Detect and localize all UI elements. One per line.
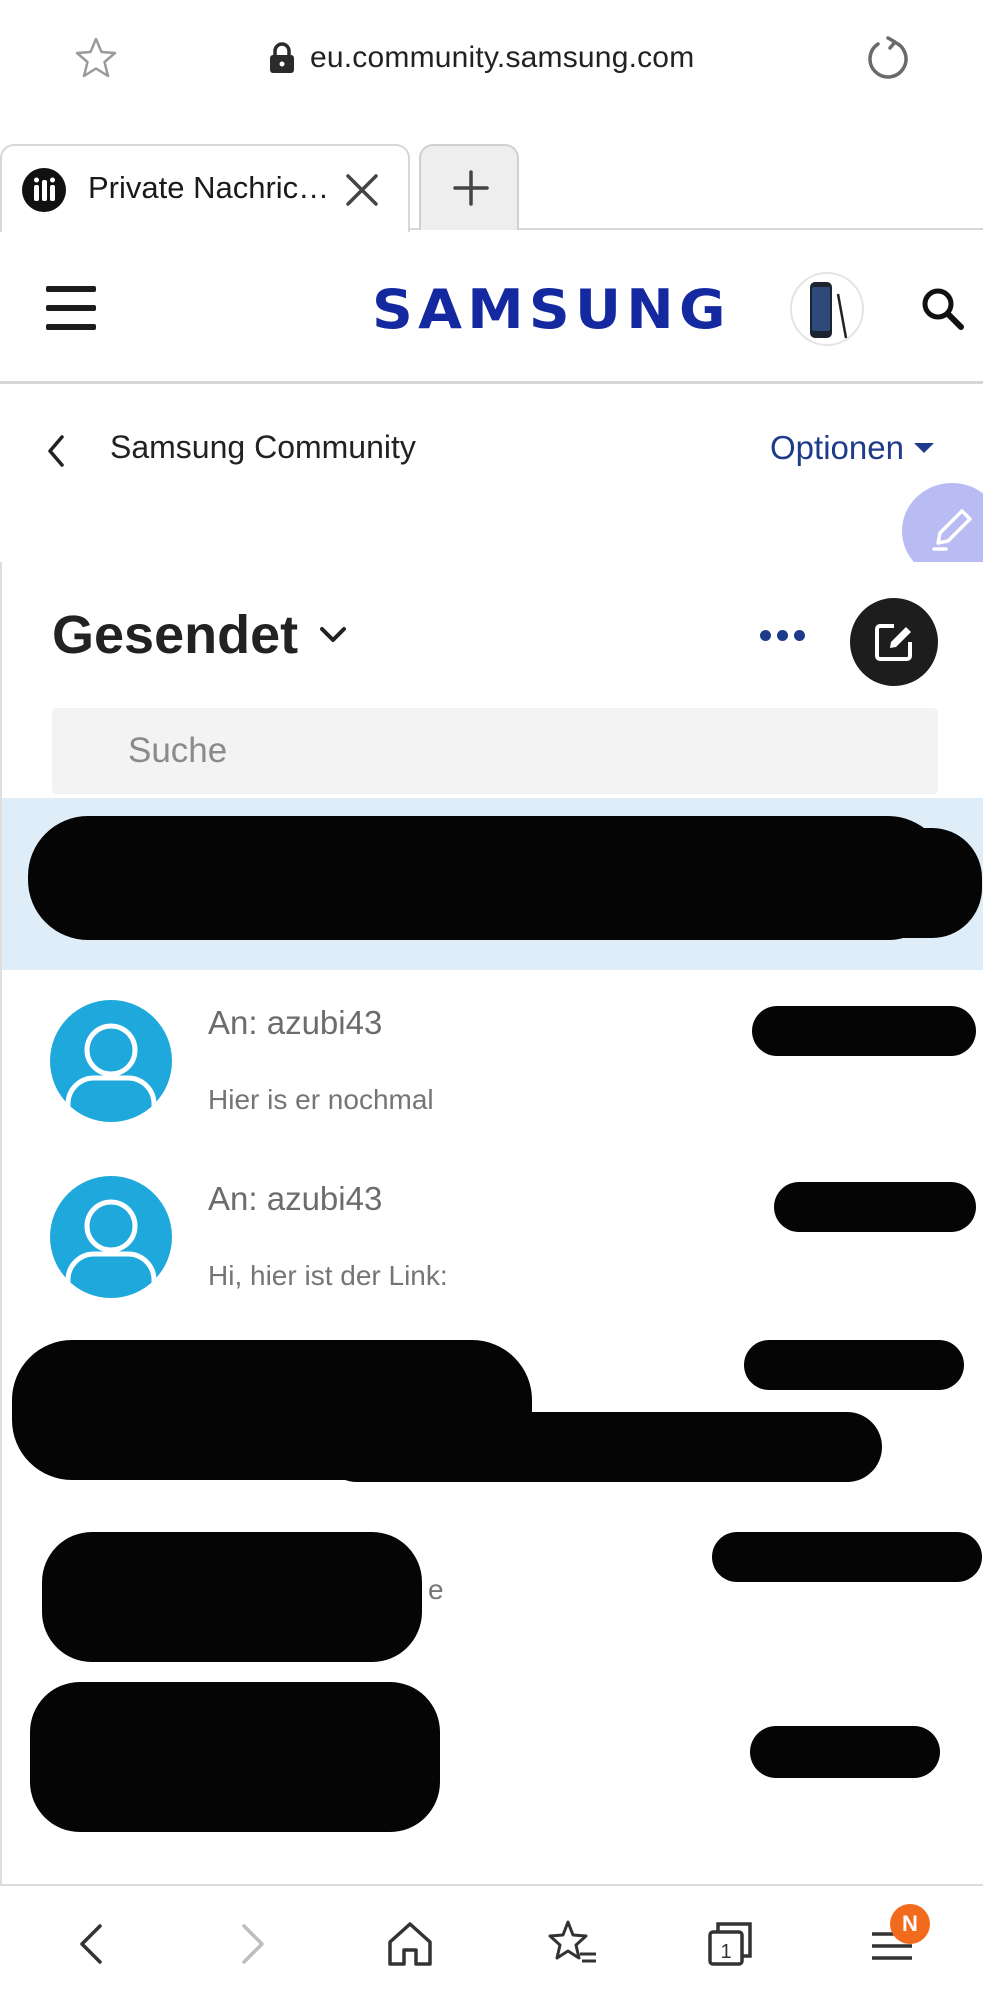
avatar [50, 1176, 172, 1298]
redacted-timestamp [744, 1340, 964, 1390]
search-input[interactable] [52, 708, 938, 794]
browser-tab-strip: Private Nachric… [0, 118, 983, 232]
redacted-timestamp [750, 1726, 940, 1778]
device-avatar[interactable] [790, 272, 864, 346]
list-item[interactable] [2, 1682, 983, 1842]
redacted-timestamp [712, 1532, 982, 1582]
redacted-content [30, 1682, 440, 1832]
options-dropdown[interactable]: Optionen [770, 429, 934, 467]
close-tab-icon[interactable] [342, 170, 382, 210]
browser-address-bar: eu.community.samsung.com [0, 0, 983, 118]
lock-icon [270, 42, 294, 73]
messages-panel: Gesendet An: az [0, 562, 983, 1884]
list-item[interactable] [2, 1322, 983, 1522]
plus-icon [453, 170, 489, 206]
community-favicon-icon [22, 168, 66, 212]
site-header: SAMSUNG [0, 230, 983, 384]
recipient-name[interactable]: azubi43 [267, 1004, 383, 1041]
message-preview: Hier is er nochmal [208, 1084, 434, 1115]
back-chevron-icon[interactable] [44, 431, 68, 471]
new-tab-button[interactable] [419, 144, 519, 230]
redacted-content [42, 1532, 422, 1662]
menu-icon[interactable] [46, 286, 96, 330]
samsung-logo[interactable]: SAMSUNG [372, 278, 731, 341]
breadcrumb-link[interactable]: Samsung Community [110, 429, 416, 466]
caret-down-icon [913, 443, 934, 453]
url-text: eu.community.samsung.com [310, 41, 695, 74]
compose-message-button[interactable] [850, 598, 938, 686]
recipient-name[interactable]: azubi43 [267, 1180, 383, 1217]
folder-selector[interactable]: Gesendet [52, 604, 348, 666]
options-label: Optionen [770, 429, 904, 466]
folder-title: Gesendet [52, 605, 299, 665]
redacted-timestamp [774, 1182, 976, 1232]
message-list: An: azubi43 Hier is er nochmal An: azubi… [2, 798, 983, 1842]
phone-icon [810, 282, 848, 339]
message-preview: Hi, hier ist der Link: [208, 1260, 448, 1291]
to-label: An: [208, 1004, 258, 1041]
list-item[interactable]: e [2, 1522, 983, 1682]
compose-icon [875, 624, 912, 661]
tab-title: Private Nachric… [88, 170, 330, 205]
avatar [50, 1000, 172, 1122]
list-item[interactable]: An: azubi43 Hier is er nochmal [2, 970, 983, 1146]
bookmark-star-icon[interactable] [74, 36, 118, 80]
tabs-icon[interactable]: 1 [700, 1914, 760, 1974]
reload-icon[interactable] [864, 34, 912, 82]
message-preview-fragment: e [428, 1574, 444, 1605]
svg-text:1: 1 [720, 1941, 731, 1963]
home-icon[interactable] [380, 1914, 440, 1974]
search-icon[interactable] [918, 284, 966, 332]
user-avatar-icon [65, 1023, 157, 1122]
to-label: An: [208, 1180, 258, 1217]
redacted-content [442, 828, 982, 938]
search-field[interactable] [52, 708, 938, 794]
more-options-icon[interactable] [760, 630, 811, 641]
notification-badge: N [890, 1904, 930, 1944]
back-icon[interactable] [62, 1914, 122, 1974]
tab-private-messages[interactable]: Private Nachric… [0, 144, 410, 232]
redacted-timestamp [752, 1006, 976, 1056]
browser-bottom-toolbar: 1 N [0, 1884, 983, 2000]
bookmarks-icon[interactable] [542, 1914, 602, 1974]
pencil-icon [932, 509, 972, 551]
message-recipient: An: azubi43 [208, 1180, 382, 1218]
list-item[interactable]: An: azubi43 Hi, hier ist der Link: [2, 1146, 983, 1322]
message-recipient: An: azubi43 [208, 1004, 382, 1042]
list-item[interactable] [2, 798, 983, 970]
chevron-down-icon [320, 627, 347, 642]
forward-icon[interactable] [222, 1914, 282, 1974]
breadcrumb: Samsung Community Optionen [0, 387, 983, 579]
redacted-content [322, 1412, 882, 1482]
user-avatar-icon [65, 1199, 157, 1298]
url-field[interactable]: eu.community.samsung.com [268, 36, 694, 80]
